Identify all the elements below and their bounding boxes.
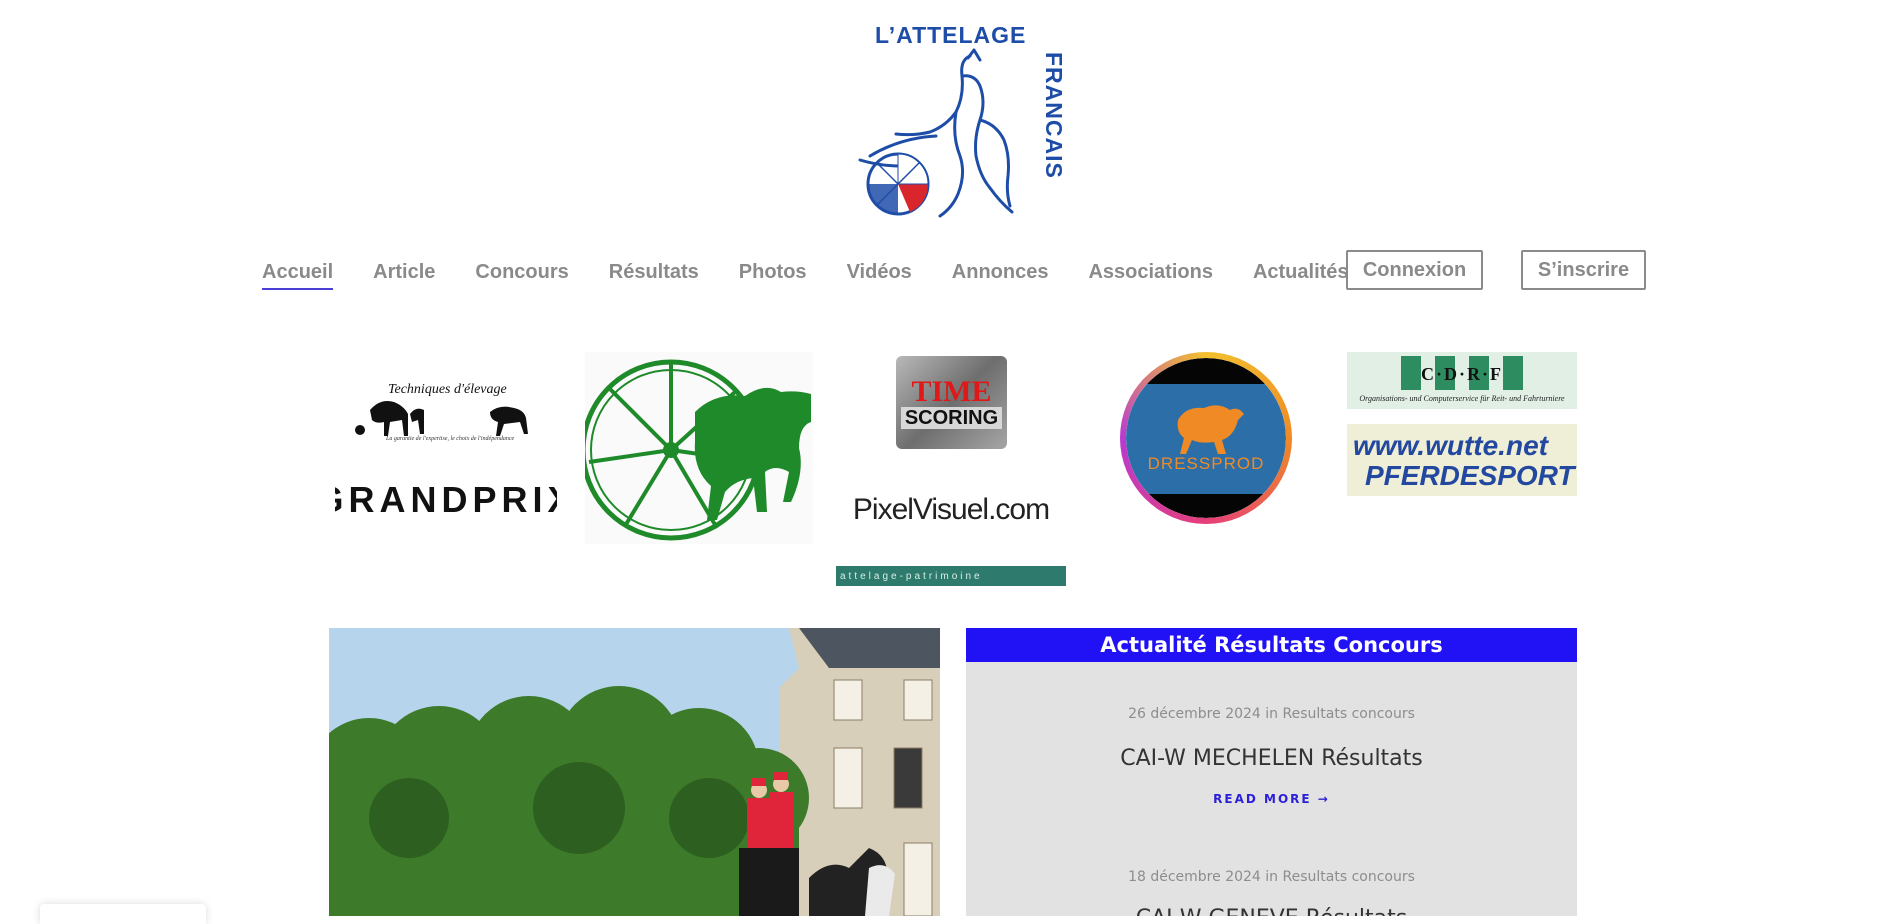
sponsor-attelage-patrimoine[interactable]: attelage-patrimoine	[836, 566, 1066, 586]
main-nav: Accueil Article Concours Résultats Photo…	[262, 250, 1389, 294]
signup-button[interactable]: S’inscrire	[1521, 250, 1646, 290]
post-category[interactable]: Resultats concours	[1283, 869, 1415, 885]
time-scoring-line1: TIME	[911, 374, 992, 408]
nav-item-accueil[interactable]: Accueil	[262, 261, 334, 290]
nav-item-photos[interactable]: Photos	[739, 261, 807, 284]
post-title[interactable]: CAI-W GENEVE Résultats	[966, 906, 1577, 916]
arrow-right-icon: →	[1317, 792, 1330, 806]
sponsor-cdrf[interactable]: C·D·R·F Organisations- und Computerservi…	[1347, 352, 1577, 409]
post-meta: 26 décembre 2024 in Resultats concours	[966, 706, 1577, 722]
sponsor-dressprod[interactable]: DRESSPROD	[1120, 352, 1292, 524]
wutte-line1: www.wutte.net	[1353, 430, 1548, 461]
sponsor-pixelvisuel[interactable]: PixelVisuel.com	[836, 470, 1066, 550]
nav-item-associations[interactable]: Associations	[1088, 261, 1212, 284]
post-date: 26 décembre 2024	[1128, 706, 1261, 722]
post-category[interactable]: Resultats concours	[1283, 706, 1415, 722]
dressprod-text: DRESSPROD	[1147, 454, 1265, 473]
post-sep: in	[1265, 869, 1279, 885]
time-scoring-line2: SCORING	[900, 406, 1003, 429]
site-logo[interactable]: L’ATTELAGE FRANCAIS	[840, 16, 1070, 232]
post-sep: in	[1265, 706, 1279, 722]
nav-item-videos[interactable]: Vidéos	[847, 261, 912, 284]
sponsor-wheel-horse[interactable]	[585, 352, 813, 544]
horse-icon	[1177, 405, 1244, 454]
post-title[interactable]: CAI-W MECHELEN Résultats	[966, 746, 1577, 771]
logo-text-top: L’ATTELAGE	[875, 22, 1027, 48]
techniques-title: Techniques d'élevage	[388, 382, 507, 397]
nav-item-actualites[interactable]: Actualités	[1253, 261, 1349, 284]
sponsor-techniques-elevage[interactable]: Techniques d'élevage La garantie de l'ex…	[350, 380, 540, 448]
news-panel: Actualité Résultats Concours 26 décembre…	[966, 628, 1577, 916]
techniques-tagline: La garantie de l'expertise, le choix de …	[386, 436, 515, 442]
dressprod-inner: DRESSPROD	[1126, 358, 1286, 518]
sponsor-time-scoring[interactable]: TIME SCORING	[896, 356, 1007, 449]
logo-text-side: FRANCAIS	[1041, 52, 1067, 179]
login-button[interactable]: Connexion	[1346, 250, 1483, 290]
carriage-photo-image	[329, 628, 940, 916]
nav-item-article[interactable]: Article	[373, 261, 435, 284]
news-heading: Actualité Résultats Concours	[966, 628, 1577, 662]
sponsor-grandprix[interactable]: GRANDPRIX	[335, 480, 557, 520]
nav-item-resultats[interactable]: Résultats	[609, 261, 699, 284]
read-more-link[interactable]: READ MORE →	[966, 792, 1577, 806]
sponsor-wutte[interactable]: www.wutte.net PFERDESPORT	[1347, 424, 1577, 496]
nav-item-concours[interactable]: Concours	[475, 261, 568, 284]
wutte-line2: PFERDESPORT	[1365, 460, 1575, 491]
nav-item-annonces[interactable]: Annonces	[952, 261, 1049, 284]
cookie-widget[interactable]	[40, 904, 206, 924]
post-date: 18 décembre 2024	[1128, 869, 1261, 885]
dressprod-band	[1126, 358, 1286, 518]
cdrf-label: C·D·R·F	[1420, 364, 1503, 384]
post-meta: 18 décembre 2024 in Resultats concours	[966, 869, 1577, 885]
read-more-label: READ MORE	[1213, 792, 1312, 806]
cdrf-sub: Organisations- und Computerservice für R…	[1359, 394, 1565, 403]
wheel-horse-icon	[585, 359, 811, 541]
featured-photo[interactable]	[329, 628, 940, 916]
